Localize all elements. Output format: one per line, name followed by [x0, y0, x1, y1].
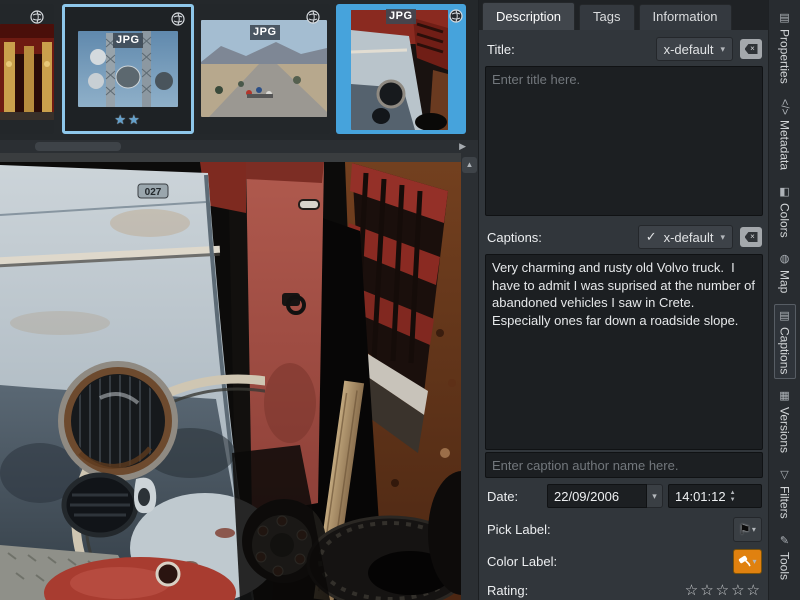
- title-language-select[interactable]: x-default ▾: [656, 37, 733, 61]
- date-label: Date:: [487, 489, 547, 504]
- preview-scrollbar[interactable]: ▲: [461, 153, 478, 600]
- thumbnail-rating-stars: ★★: [65, 112, 191, 128]
- date-field[interactable]: 22/09/2006: [547, 484, 647, 508]
- captions-side-panel: Description Tags Information Title: x-de…: [478, 0, 768, 600]
- chevron-down-icon: ▾: [752, 557, 756, 566]
- backspace-icon: ×: [745, 44, 758, 54]
- colors-icon: ◧: [778, 185, 791, 198]
- date-value: 22/09/2006: [554, 489, 619, 504]
- thumbnail-radio-towers[interactable]: JPG ★★: [62, 4, 194, 134]
- filters-funnel-icon: ▽: [778, 468, 791, 481]
- time-value: 14:01:12: [675, 489, 726, 504]
- paint-roller-icon: [738, 554, 751, 570]
- format-badge: JPG: [250, 25, 280, 40]
- title-label: Title:: [487, 42, 656, 57]
- chevron-down-icon: ▾: [752, 525, 756, 534]
- color-label-label: Color Label:: [487, 554, 733, 569]
- sidebar-item-label: Properties: [778, 29, 792, 84]
- properties-icon: ▤: [778, 11, 791, 24]
- map-globe-icon: ◍: [778, 252, 791, 265]
- pick-label-label: Pick Label:: [487, 522, 733, 537]
- caption-tabs: Description Tags Information: [479, 0, 768, 30]
- captions-label: Captions:: [487, 230, 638, 245]
- format-badge: JPG: [113, 33, 143, 48]
- sidebar-item-map[interactable]: ◍ Map: [774, 247, 796, 298]
- metadata-icon: </>: [779, 99, 791, 115]
- chevron-down-icon: ▾: [652, 491, 657, 502]
- captions-language-select[interactable]: ✓ x-default ▾: [638, 225, 733, 249]
- color-label-button[interactable]: ▾: [733, 549, 762, 574]
- hood-badge-text: 027: [145, 187, 162, 198]
- scrollbar-thumb[interactable]: [35, 142, 121, 151]
- sidebar-item-filters[interactable]: ▽ Filters: [774, 463, 796, 524]
- sidebar-item-label: Metadata: [778, 120, 792, 170]
- sidebar-item-properties[interactable]: ▤ Properties: [774, 6, 796, 89]
- thumbnail-scrollbar[interactable]: ▶: [0, 140, 478, 153]
- versions-icon: ▦: [778, 389, 791, 402]
- title-input[interactable]: [485, 66, 763, 216]
- flag-icon: ⚑: [739, 522, 751, 538]
- time-spinner[interactable]: ▲ ▼: [730, 490, 736, 503]
- title-clear-button[interactable]: ×: [740, 39, 762, 59]
- thumbnail-cyclists[interactable]: JPG: [198, 4, 330, 134]
- time-field[interactable]: 14:01:12 ▲ ▼: [668, 484, 762, 508]
- captions-clear-button[interactable]: ×: [740, 227, 762, 247]
- chevron-down-icon: ▾: [720, 44, 725, 55]
- geolocation-icon: [449, 9, 463, 23]
- pick-label-button[interactable]: ⚑ ▾: [733, 517, 762, 542]
- sidebar-item-colors[interactable]: ◧ Colors: [774, 180, 796, 243]
- right-sidebar: ▤ Properties </> Metadata ◧ Colors ◍ Map…: [768, 0, 800, 600]
- rating-label: Rating:: [487, 583, 685, 598]
- sidebar-item-label: Map: [778, 270, 792, 293]
- sidebar-item-label: Tools: [778, 552, 792, 580]
- sidebar-item-label: Versions: [778, 407, 792, 453]
- digikam-window: JPG ★★: [0, 0, 800, 600]
- chevron-down-icon: ▾: [720, 232, 725, 243]
- caption-text-input[interactable]: Very charming and rusty old Volvo truck.…: [485, 254, 763, 450]
- caption-author-input[interactable]: [485, 452, 763, 478]
- sidebar-item-metadata[interactable]: </> Metadata: [774, 94, 796, 175]
- check-icon: ✓: [646, 229, 657, 245]
- thumbnail-temple[interactable]: [0, 4, 54, 134]
- thumbnail-rusty-truck[interactable]: JPG: [336, 4, 466, 134]
- sidebar-item-label: Captions: [778, 327, 792, 374]
- thumbnail-strip: JPG ★★: [0, 0, 478, 140]
- tab-description[interactable]: Description: [482, 2, 575, 30]
- tab-tags[interactable]: Tags: [579, 4, 634, 30]
- sidebar-item-versions[interactable]: ▦ Versions: [774, 384, 796, 458]
- captions-language-value: x-default: [664, 230, 714, 245]
- thumbnail-image: [351, 10, 448, 130]
- sidebar-item-tools[interactable]: ✎ Tools: [774, 529, 796, 585]
- rating-stars[interactable]: ☆☆☆☆☆: [685, 581, 762, 599]
- format-badge: JPG: [386, 9, 416, 24]
- photo-preview[interactable]: 027: [0, 153, 461, 600]
- date-dropdown-button[interactable]: ▾: [647, 484, 663, 508]
- sidebar-item-label: Colors: [778, 203, 792, 238]
- spin-down-icon[interactable]: ▼: [730, 497, 736, 503]
- sidebar-item-captions[interactable]: ▤ Captions: [774, 304, 796, 379]
- tab-information[interactable]: Information: [639, 4, 732, 30]
- scroll-right-icon[interactable]: ▶: [459, 140, 466, 153]
- tools-pencil-icon: ✎: [778, 534, 791, 547]
- sidebar-item-label: Filters: [778, 486, 792, 519]
- geolocation-icon: [30, 10, 44, 24]
- title-language-value: x-default: [664, 42, 714, 57]
- geolocation-icon: [306, 10, 320, 24]
- backspace-icon: ×: [745, 232, 758, 242]
- captions-icon: ▤: [778, 309, 791, 322]
- geolocation-icon: [171, 12, 185, 26]
- thumbnail-image: [0, 24, 54, 120]
- scroll-up-icon[interactable]: ▲: [462, 157, 477, 173]
- spin-up-icon[interactable]: ▲: [730, 490, 736, 496]
